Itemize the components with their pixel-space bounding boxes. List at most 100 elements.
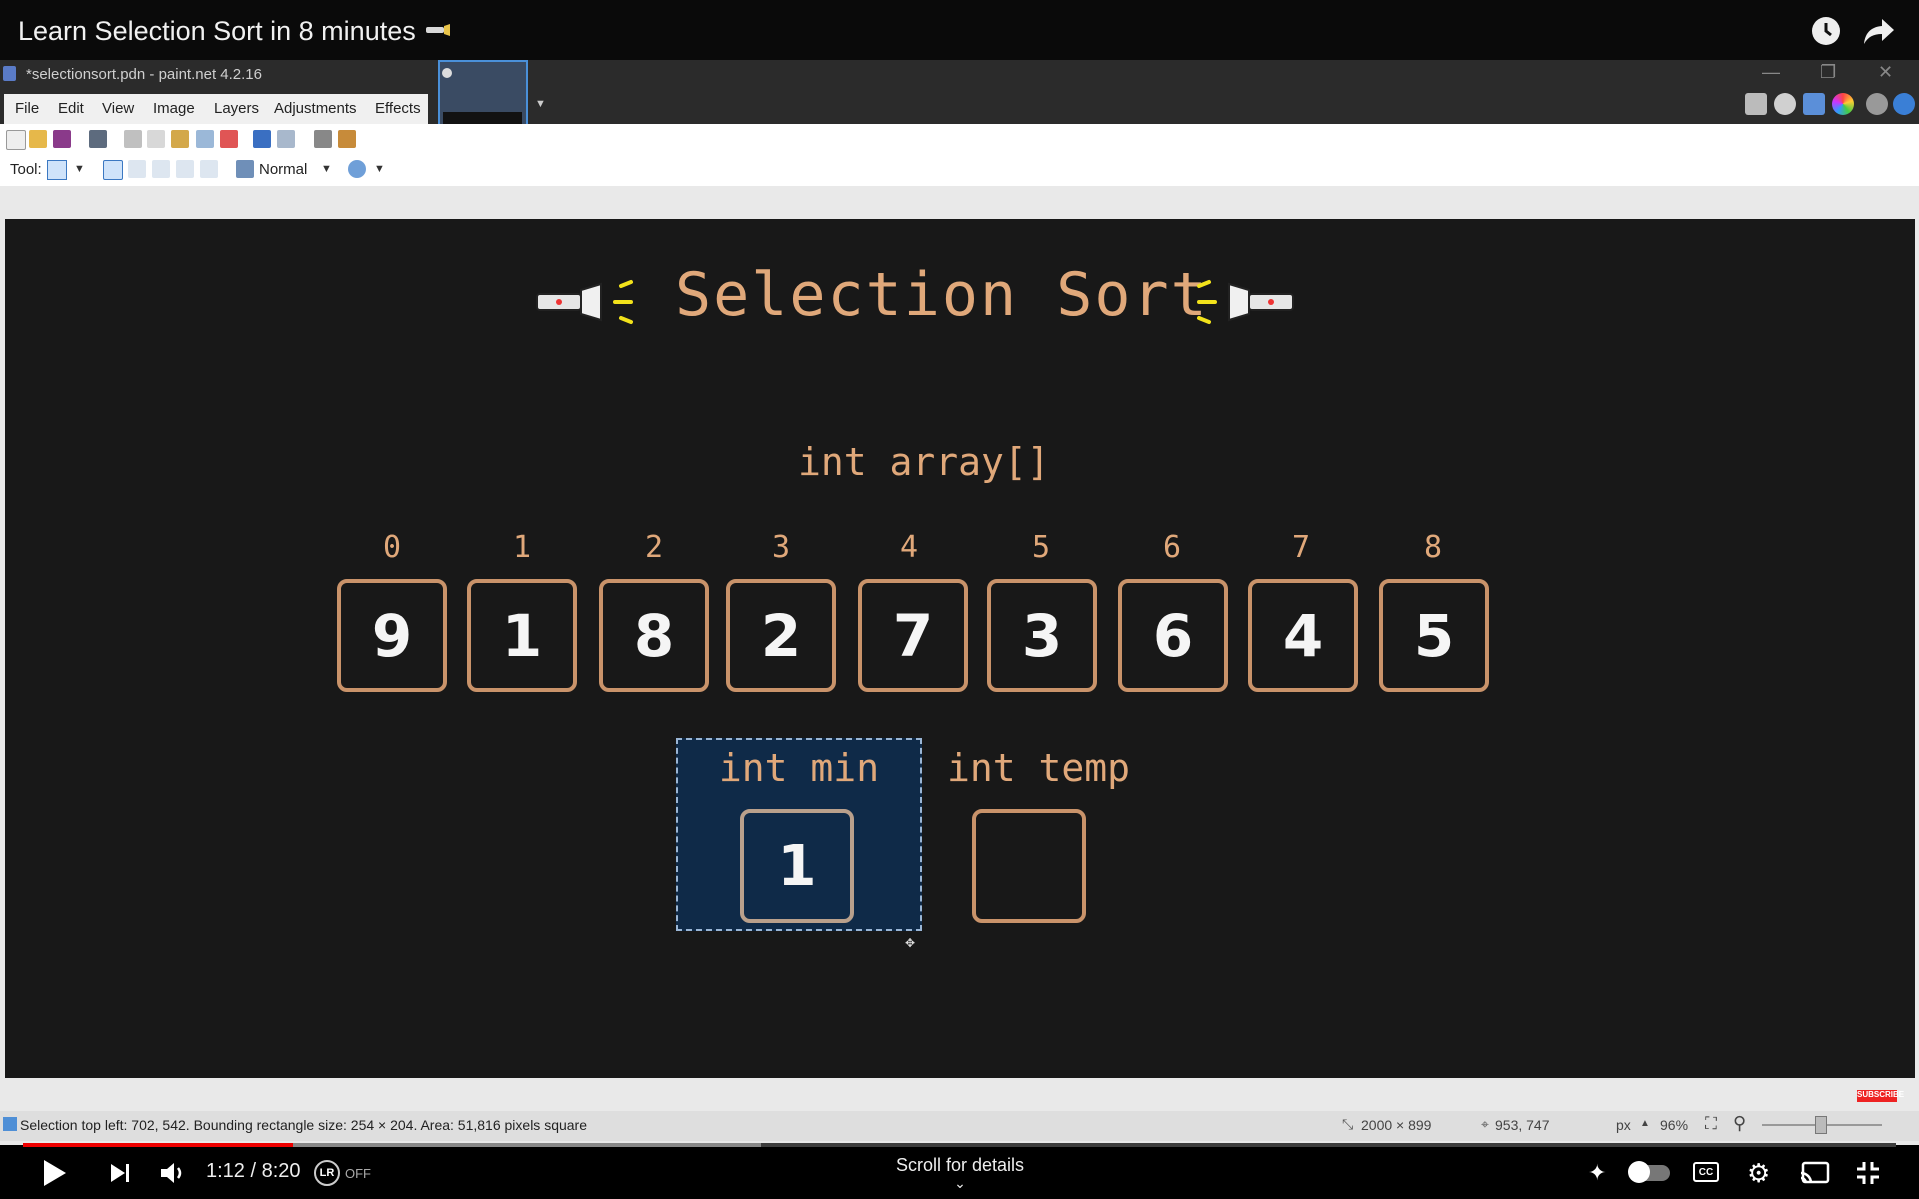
colors-icon[interactable] xyxy=(1832,93,1854,115)
array-index: 6 xyxy=(1162,530,1182,565)
selection-replace-icon[interactable] xyxy=(103,160,123,180)
undo-icon[interactable] xyxy=(253,130,271,148)
flashlight-emoji-icon xyxy=(426,24,450,36)
selection-exclude-icon[interactable] xyxy=(152,160,170,178)
tool-dropdown-icon[interactable]: ▼ xyxy=(74,163,85,175)
new-icon[interactable] xyxy=(6,130,26,150)
menu-image[interactable]: Image xyxy=(153,100,195,117)
autoplay-pause-icon[interactable] xyxy=(1628,1161,1650,1183)
antialias-dropdown-icon[interactable]: ▼ xyxy=(374,163,385,175)
array-cell: 9 xyxy=(337,579,447,692)
save-icon[interactable] xyxy=(53,130,71,148)
units-dropdown-icon[interactable]: ▲ xyxy=(1640,1118,1650,1129)
copy-icon[interactable] xyxy=(147,130,165,148)
menu-adjustments[interactable]: Adjustments xyxy=(274,100,357,117)
array-cell: 8 xyxy=(599,579,709,692)
array-cell: 5 xyxy=(1379,579,1489,692)
blend-mode-select[interactable]: Normal xyxy=(259,161,307,178)
workspace-margin xyxy=(0,186,1919,218)
language-reactor-state: OFF xyxy=(345,1166,371,1181)
chevron-down-icon[interactable]: ⌄ xyxy=(945,1175,975,1192)
selection-union-icon[interactable] xyxy=(128,160,146,178)
canvas-title: Selection Sort xyxy=(675,260,1209,330)
cursor-position-icon: ⌖ xyxy=(1481,1116,1489,1132)
array-index: 8 xyxy=(1423,530,1443,565)
zoom-level[interactable]: 96% xyxy=(1660,1117,1688,1133)
menu-view[interactable]: View xyxy=(102,100,134,117)
zoom-slider-thumb[interactable] xyxy=(1815,1116,1827,1134)
flashlight-right-icon xyxy=(1197,280,1294,324)
cut-icon[interactable] xyxy=(124,130,142,148)
paintnet-app-icon xyxy=(3,66,16,81)
captions-icon[interactable]: CC xyxy=(1693,1162,1719,1182)
array-cell: 4 xyxy=(1248,579,1358,692)
minimize-icon[interactable]: — xyxy=(1762,62,1780,83)
array-cell: 2 xyxy=(726,579,836,692)
tools-icon[interactable] xyxy=(1745,93,1767,115)
image-list-dropdown-icon[interactable]: ▼ xyxy=(535,98,546,110)
zoom-to-window-icon[interactable]: ⛶ xyxy=(1705,1114,1717,1134)
array-cell: 1 xyxy=(467,579,577,692)
window-title: *selectionsort.pdn - paint.net 4.2.16 xyxy=(26,66,262,83)
temp-label: int temp xyxy=(947,746,1131,790)
settings-icon[interactable]: ⚙ xyxy=(1747,1158,1770,1189)
video-title[interactable]: Learn Selection Sort in 8 minutes xyxy=(18,16,416,47)
print-icon[interactable] xyxy=(89,130,107,148)
menu-layers[interactable]: Layers xyxy=(214,100,259,117)
grid-icon[interactable] xyxy=(314,130,332,148)
selection-intersect-icon[interactable] xyxy=(176,160,194,178)
array-label: int array[] xyxy=(798,440,1050,484)
open-icon[interactable] xyxy=(29,130,47,148)
array-index: 3 xyxy=(771,530,791,565)
subscribe-badge[interactable]: SUBSCRIBE xyxy=(1857,1090,1904,1102)
units-select[interactable]: px xyxy=(1616,1117,1631,1133)
cursor-position: 953, 747 xyxy=(1495,1117,1550,1133)
settings-gear-icon[interactable] xyxy=(1866,93,1888,115)
help-icon[interactable] xyxy=(1893,93,1915,115)
antialias-icon[interactable] xyxy=(348,160,366,178)
image-size-icon: ⤡ xyxy=(1342,1116,1354,1132)
rulers-icon[interactable] xyxy=(338,130,356,148)
sparkle-icon[interactable]: ✦ xyxy=(1588,1160,1606,1186)
selection-invert-icon[interactable] xyxy=(200,160,218,178)
language-reactor-icon[interactable]: LR xyxy=(314,1160,340,1186)
array-index: 5 xyxy=(1031,530,1051,565)
temp-value-box xyxy=(972,809,1086,923)
menu-edit[interactable]: Edit xyxy=(58,100,84,117)
exit-fullscreen-icon[interactable] xyxy=(1855,1160,1881,1186)
min-label: int min xyxy=(718,746,880,790)
selection-status-text: Selection top left: 702, 542. Bounding r… xyxy=(20,1117,588,1133)
watch-later-icon[interactable] xyxy=(1810,15,1842,47)
flashlight-left-icon xyxy=(536,280,633,324)
deselect-icon[interactable] xyxy=(220,130,238,148)
blend-dropdown-icon[interactable]: ▼ xyxy=(321,163,332,175)
menu-effects[interactable]: Effects xyxy=(375,100,421,117)
scroll-for-details[interactable]: Scroll for details xyxy=(860,1155,1060,1176)
share-icon[interactable] xyxy=(1862,15,1896,47)
blend-mode-icon xyxy=(236,160,254,178)
next-video-icon[interactable] xyxy=(109,1162,131,1184)
crop-icon[interactable] xyxy=(196,130,214,148)
redo-icon[interactable] xyxy=(277,130,295,148)
array-index: 1 xyxy=(512,530,532,565)
rectangle-select-tool-icon[interactable] xyxy=(47,160,67,180)
volume-icon[interactable] xyxy=(159,1160,187,1186)
time-display: 1:12 / 8:20 xyxy=(206,1160,301,1182)
zoom-out-icon[interactable]: ⚲ xyxy=(1733,1113,1746,1134)
history-icon[interactable] xyxy=(1774,93,1796,115)
menu-file[interactable]: File xyxy=(15,100,39,117)
min-value-box: 1 xyxy=(740,809,854,923)
close-icon[interactable]: ✕ xyxy=(1878,62,1893,83)
array-cell: 6 xyxy=(1118,579,1228,692)
layers-icon[interactable] xyxy=(1803,93,1825,115)
restore-icon[interactable]: ❐ xyxy=(1820,62,1836,83)
selection-move-handle-icon[interactable]: ✥ xyxy=(905,936,915,950)
thumbnail-close-dot[interactable] xyxy=(442,68,452,78)
selection-status-icon xyxy=(3,1117,17,1131)
play-icon[interactable] xyxy=(44,1160,66,1186)
tool-label: Tool: xyxy=(10,161,42,178)
array-index: 2 xyxy=(644,530,664,565)
paste-icon[interactable] xyxy=(171,130,189,148)
array-cell: 3 xyxy=(987,579,1097,692)
cast-icon[interactable] xyxy=(1800,1161,1830,1185)
